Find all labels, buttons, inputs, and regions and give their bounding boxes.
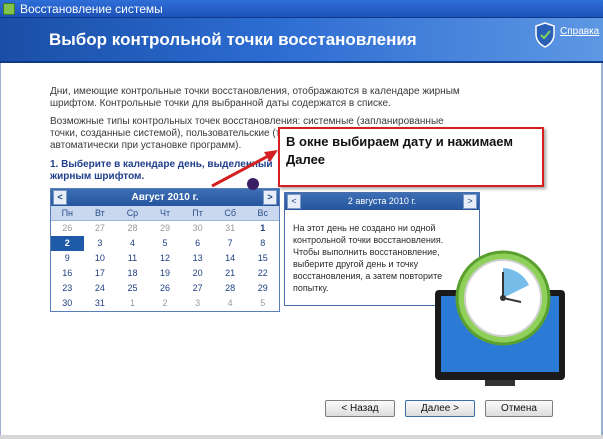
- calendar-day[interactable]: 29: [246, 281, 279, 296]
- calendar-week-row: 23 24 25 26 27 28 29: [51, 281, 279, 296]
- mouse-pointer: [247, 178, 259, 190]
- calendar-day[interactable]: 24: [84, 281, 117, 296]
- weekday-label: Пн: [61, 208, 74, 218]
- system-restore-icon: [3, 3, 15, 15]
- calendar-day[interactable]: 30: [51, 296, 84, 311]
- calendar-grid: 26 27 28 29 30 31 1 2 3 4 5 6 7 8 9 10 11 12 13 14 15 16 17 18 1…: [51, 221, 279, 311]
- weekday-label: Ср: [126, 208, 139, 218]
- calendar-day[interactable]: 10: [84, 251, 117, 266]
- calendar-next-button[interactable]: >: [263, 190, 277, 205]
- calendar-day[interactable]: 1: [116, 296, 149, 311]
- points-prev-button[interactable]: <: [287, 194, 301, 209]
- calendar-day[interactable]: 27: [181, 281, 214, 296]
- calendar-day[interactable]: 15: [246, 251, 279, 266]
- calendar-week-row: 16 17 18 19 20 21 22: [51, 266, 279, 281]
- calendar-day[interactable]: 6: [181, 236, 214, 251]
- calendar-day[interactable]: 19: [149, 266, 182, 281]
- calendar-day[interactable]: 4: [116, 236, 149, 251]
- taskbar-edge: [0, 435, 603, 439]
- back-button[interactable]: < Назад: [325, 400, 395, 417]
- calendar-month: Август 2010 г.: [131, 192, 199, 203]
- calendar-day[interactable]: 5: [149, 236, 182, 251]
- calendar-day[interactable]: 5: [246, 296, 279, 311]
- calendar-day[interactable]: 3: [181, 296, 214, 311]
- window-title: Восстановление системы: [20, 2, 163, 16]
- calendar-day[interactable]: 25: [116, 281, 149, 296]
- calendar-day[interactable]: 26: [149, 281, 182, 296]
- calendar-day[interactable]: 31: [84, 296, 117, 311]
- calendar-day[interactable]: 7: [214, 236, 247, 251]
- calendar-day[interactable]: 4: [214, 296, 247, 311]
- window-titlebar: Восстановление системы: [0, 0, 603, 18]
- calendar-day[interactable]: 28: [214, 281, 247, 296]
- shield-help-icon[interactable]: [534, 22, 556, 48]
- weekday-label: Сб: [224, 208, 236, 218]
- calendar: < Август 2010 г. > Пн Вт Ср Чт Пт Сб Вс 26 27 28…: [50, 188, 280, 312]
- cancel-button[interactable]: Отмена: [485, 400, 553, 417]
- help-link[interactable]: Справка: [560, 26, 599, 37]
- intro-text: Дни, имеющие контрольные точки восстанов…: [50, 86, 460, 109]
- points-next-button[interactable]: >: [463, 194, 477, 209]
- calendar-day[interactable]: 11: [116, 251, 149, 266]
- calendar-day[interactable]: 8: [246, 236, 279, 251]
- calendar-day[interactable]: 23: [51, 281, 84, 296]
- calendar-weekdays: Пн Вт Ср Чт Пт Сб Вс: [51, 206, 279, 221]
- calendar-day[interactable]: 16: [51, 266, 84, 281]
- weekday-label: Вт: [94, 208, 105, 218]
- calendar-day[interactable]: 22: [246, 266, 279, 281]
- weekday-label: Пт: [192, 208, 203, 218]
- calendar-day[interactable]: 18: [116, 266, 149, 281]
- weekday-label: Вс: [257, 208, 269, 218]
- calendar-week-row: 26 27 28 29 30 31 1: [51, 221, 279, 236]
- calendar-day[interactable]: 20: [181, 266, 214, 281]
- calendar-week-row: 2345678: [51, 236, 279, 251]
- page-title: Выбор контрольной точки восстановления: [49, 30, 417, 49]
- tutorial-callout: В окне выбираем дату и нажимаем Далее: [278, 127, 544, 187]
- calendar-day[interactable]: 31: [214, 221, 247, 236]
- weekday-label: Чт: [159, 208, 171, 218]
- calendar-day[interactable]: 9: [51, 251, 84, 266]
- points-panel-header: < 2 августа 2010 г. >: [285, 193, 479, 210]
- calendar-day[interactable]: 30: [181, 221, 214, 236]
- calendar-day[interactable]: 13: [181, 251, 214, 266]
- calendar-day[interactable]: 29: [149, 221, 182, 236]
- calendar-day[interactable]: 3: [84, 236, 117, 251]
- next-button[interactable]: Далее >: [405, 400, 475, 417]
- calendar-day[interactable]: 28: [116, 221, 149, 236]
- calendar-week-row: 30 31 1 2 3 4 5: [51, 296, 279, 311]
- calendar-day[interactable]: 1: [246, 221, 279, 236]
- calendar-day[interactable]: 12: [149, 251, 182, 266]
- calendar-week-row: 9 10 11 12 13 14 15: [51, 251, 279, 266]
- calendar-day[interactable]: 17: [84, 266, 117, 281]
- calendar-day[interactable]: 14: [214, 251, 247, 266]
- monitor-clock-illustration: [435, 250, 565, 386]
- calendar-day[interactable]: 21: [214, 266, 247, 281]
- wizard-header: Выбор контрольной точки восстановления С…: [0, 18, 603, 63]
- calendar-day[interactable]: 2: [149, 296, 182, 311]
- calendar-prev-button[interactable]: <: [53, 190, 67, 205]
- calendar-day[interactable]: 26: [51, 221, 84, 236]
- calendar-header: < Август 2010 г. >: [51, 189, 279, 206]
- calendar-day[interactable]: 27: [84, 221, 117, 236]
- calendar-day-selected[interactable]: 2: [51, 236, 84, 251]
- points-panel-date: 2 августа 2010 г.: [347, 196, 417, 206]
